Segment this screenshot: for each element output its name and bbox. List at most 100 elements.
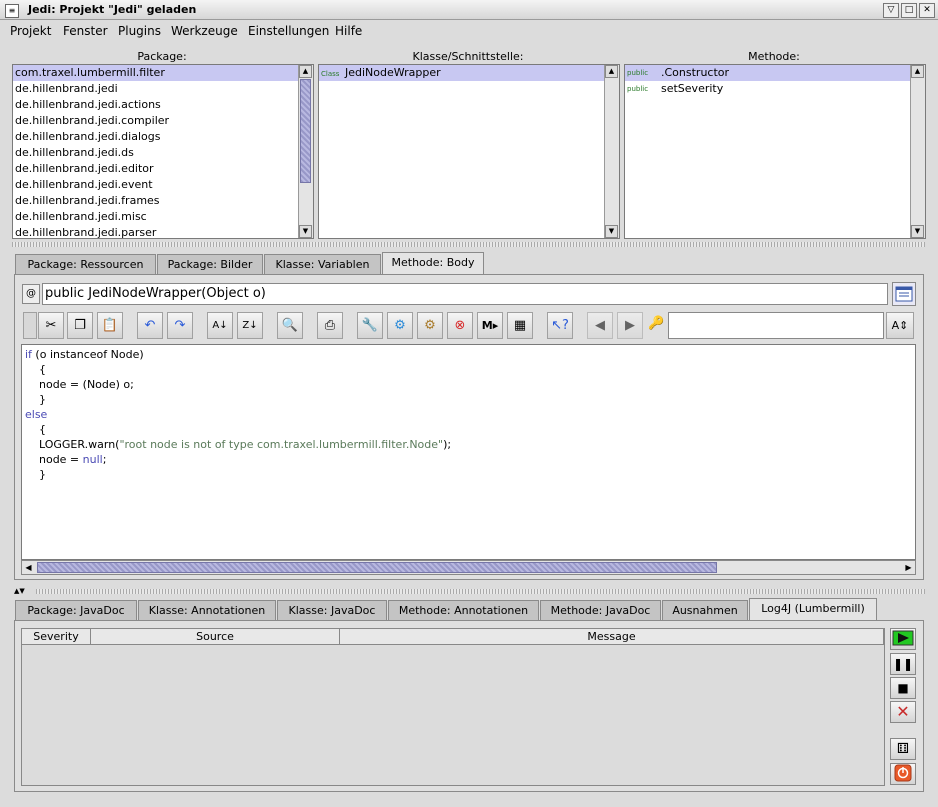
list-item[interactable]: com.traxel.lumbermill.filter — [13, 65, 313, 81]
menu-werkzeuge[interactable]: Werkzeuge — [171, 24, 238, 38]
splitter-arrows-icon[interactable]: ▲▼ — [14, 587, 25, 595]
list-item[interactable]: de.hillenbrand.jedi.dialogs — [13, 129, 313, 145]
play-button[interactable] — [890, 628, 916, 650]
stop-square-icon[interactable]: ■ — [890, 677, 916, 699]
scroll-down-arrow-icon[interactable]: ▼ — [605, 225, 618, 238]
list-item[interactable]: public setSeverity — [625, 81, 925, 97]
gear-blue-icon[interactable]: ⚙ — [387, 312, 413, 339]
tab-package-bilder[interactable]: Package: Bilder — [157, 254, 263, 274]
tab-methode-body[interactable]: Methode: Body — [382, 252, 484, 274]
code-keyword: if — [25, 348, 32, 361]
tab-package-ressourcen[interactable]: Package: Ressourcen — [15, 254, 156, 274]
method-scrollbar[interactable]: ▲ ▼ — [910, 65, 925, 238]
gear-icon[interactable]: ⚙ — [417, 312, 443, 339]
clear-icon[interactable]: ✕ — [890, 701, 916, 723]
log-table[interactable]: Severity Source Message — [21, 628, 885, 786]
tab-klasse-variablen[interactable]: Klasse: Variablen — [264, 254, 381, 274]
scroll-up-arrow-icon[interactable]: ▲ — [911, 65, 924, 78]
sort-ascending-icon[interactable]: A↓ — [207, 312, 233, 339]
column-header-source[interactable]: Source — [91, 629, 340, 645]
paste-icon[interactable]: 📋 — [97, 312, 123, 339]
toolbar-grip — [23, 312, 37, 339]
scroll-thumb[interactable] — [37, 562, 717, 573]
font-size-icon[interactable]: A⇕ — [886, 312, 914, 339]
close-button[interactable]: ✕ — [919, 3, 935, 18]
annotation-button[interactable]: @ — [22, 284, 40, 304]
menu-fenster[interactable]: Fenster — [63, 24, 108, 38]
list-item[interactable]: de.hillenbrand.jedi.misc — [13, 209, 313, 225]
menu-einstellungen[interactable]: Einstellungen — [248, 24, 329, 38]
method-list[interactable]: public .Constructor public setSeverity ▲ ▼ — [624, 64, 926, 239]
menu-projekt[interactable]: Projekt — [10, 24, 51, 38]
menu-plugins[interactable]: Plugins — [118, 24, 161, 38]
code-text: node = — [25, 453, 83, 466]
column-header-message[interactable]: Message — [340, 629, 884, 645]
list-item[interactable]: de.hillenbrand.jedi.ds — [13, 145, 313, 161]
wrench-icon[interactable]: 🔧 — [357, 312, 383, 339]
undo-icon[interactable]: ↶ — [137, 312, 163, 339]
package-scrollbar[interactable]: ▲ ▼ — [298, 65, 313, 238]
code-keyword: else — [25, 408, 48, 421]
window-menu-icon[interactable]: ≡ — [5, 4, 19, 18]
pause-icon[interactable]: ❚❚ — [890, 653, 916, 675]
redo-icon[interactable]: ↷ — [167, 312, 193, 339]
signature-field[interactable]: public JediNodeWrapper(Object o) — [42, 283, 888, 305]
search-icon[interactable]: 🔍 — [277, 312, 303, 339]
cut-icon[interactable]: ✂ — [38, 312, 64, 339]
list-item[interactable]: de.hillenbrand.jedi — [13, 81, 313, 97]
tab-package-javadoc[interactable]: Package: JavaDoc — [15, 600, 137, 620]
scroll-up-arrow-icon[interactable]: ▲ — [605, 65, 618, 78]
tab-methode-javadoc[interactable]: Methode: JavaDoc — [540, 600, 661, 620]
tab-methode-annotationen[interactable]: Methode: Annotationen — [388, 600, 539, 620]
code-editor[interactable]: if (o instanceof Node) { node = (Node) o… — [21, 344, 916, 560]
class-tag: Class — [321, 70, 340, 78]
search-input[interactable] — [668, 312, 884, 339]
class-name: JediNodeWrapper — [345, 66, 441, 79]
dice-icon[interactable]: ⚅ — [890, 738, 916, 760]
power-icon[interactable] — [890, 763, 916, 785]
scroll-up-arrow-icon[interactable]: ▲ — [299, 65, 312, 78]
list-item[interactable]: de.hillenbrand.jedi.editor — [13, 161, 313, 177]
forward-icon[interactable]: ▶ — [617, 312, 643, 339]
help-pointer-icon[interactable]: ↖? — [547, 312, 573, 339]
list-item[interactable]: de.hillenbrand.jedi.frames — [13, 193, 313, 209]
list-item[interactable]: public .Constructor — [625, 65, 925, 81]
menu-hilfe[interactable]: Hilfe — [335, 24, 362, 38]
horizontal-splitter[interactable] — [36, 589, 925, 594]
window-title: Jedi: Projekt "Jedi" geladen — [28, 3, 197, 16]
stop-icon[interactable]: ⊗ — [447, 312, 473, 339]
tab-ausnahmen[interactable]: Ausnahmen — [662, 600, 748, 620]
maximize-button[interactable]: □ — [901, 3, 917, 18]
code-line: { — [25, 363, 46, 376]
copy-icon[interactable]: ❐ — [67, 312, 93, 339]
macro-icon[interactable]: M▸ — [477, 312, 503, 339]
scroll-down-arrow-icon[interactable]: ▼ — [299, 225, 312, 238]
list-item[interactable]: de.hillenbrand.jedi.parser — [13, 225, 313, 238]
scroll-thumb[interactable] — [300, 79, 311, 183]
sort-descending-icon[interactable]: Z↓ — [237, 312, 263, 339]
class-scrollbar[interactable]: ▲ ▼ — [604, 65, 619, 238]
tab-klasse-annotationen[interactable]: Klasse: Annotationen — [138, 600, 276, 620]
minimize-button[interactable]: ▽ — [883, 3, 899, 18]
back-icon[interactable]: ◀ — [587, 312, 613, 339]
method-tag: public — [627, 85, 649, 93]
list-item[interactable]: Class JediNodeWrapper — [319, 65, 619, 81]
code-line: } — [25, 393, 46, 406]
column-header-severity[interactable]: Severity — [22, 629, 91, 645]
list-item[interactable]: de.hillenbrand.jedi.event — [13, 177, 313, 193]
horizontal-splitter[interactable] — [12, 242, 925, 247]
document-icon[interactable] — [892, 282, 916, 306]
package-list[interactable]: com.traxel.lumbermill.filter de.hillenbr… — [12, 64, 314, 239]
tab-log4j-lumbermill[interactable]: Log4J (Lumbermill) — [749, 598, 877, 620]
calendar-icon[interactable]: ▦ — [507, 312, 533, 339]
code-horizontal-scrollbar[interactable]: ◀ ▶ — [21, 560, 916, 575]
list-item[interactable]: de.hillenbrand.jedi.actions — [13, 97, 313, 113]
scroll-down-arrow-icon[interactable]: ▼ — [911, 225, 924, 238]
scroll-right-arrow-icon[interactable]: ▶ — [902, 561, 915, 574]
find-key-icon: 🔑 — [648, 316, 665, 331]
print-icon[interactable]: ⎙ — [317, 312, 343, 339]
tab-klasse-javadoc[interactable]: Klasse: JavaDoc — [277, 600, 387, 620]
class-list[interactable]: Class JediNodeWrapper ▲ ▼ — [318, 64, 620, 239]
list-item[interactable]: de.hillenbrand.jedi.compiler — [13, 113, 313, 129]
scroll-left-arrow-icon[interactable]: ◀ — [22, 561, 35, 574]
